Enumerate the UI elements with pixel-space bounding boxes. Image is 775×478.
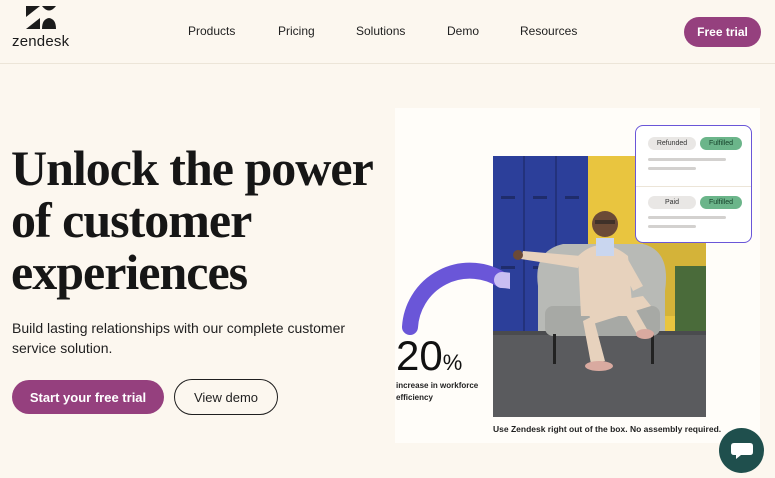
- zendesk-logo[interactable]: zendesk: [12, 5, 74, 50]
- stat-label: increase in workforce efficiency: [396, 381, 479, 402]
- hero-headline: Unlock the power of customer experiences: [11, 142, 391, 298]
- zendesk-logo-icon: [26, 6, 56, 29]
- placeholder-line: [648, 216, 726, 219]
- nav-solutions[interactable]: Solutions: [356, 24, 405, 38]
- headline-line-3: experiences: [11, 244, 248, 300]
- nav-products[interactable]: Products: [188, 24, 235, 38]
- free-trial-button[interactable]: Free trial: [684, 17, 761, 47]
- hero-subtitle: Build lasting relationships with our com…: [12, 320, 346, 356]
- nav-demo[interactable]: Demo: [447, 24, 479, 38]
- headline-line-2: of customer: [11, 192, 252, 248]
- placeholder-line: [648, 167, 696, 170]
- badge-fulfilled: Fulfilled: [700, 137, 742, 150]
- chat-bubble-icon: [730, 442, 753, 459]
- stat-number: 20: [396, 332, 443, 379]
- placeholder-line: [648, 158, 726, 161]
- headline-line-1: Unlock the power: [11, 140, 374, 196]
- start-free-trial-button[interactable]: Start your free trial: [12, 380, 164, 414]
- order-status-card: Refunded Fulfilled Paid Fulfilled: [635, 125, 752, 243]
- stat-unit: %: [442, 350, 463, 375]
- order-row: Refunded Fulfilled: [636, 126, 751, 184]
- badge-fulfilled: Fulfilled: [700, 196, 742, 209]
- site-header: zendesk Products Pricing Solutions Demo …: [0, 0, 775, 64]
- photo-caption: Use Zendesk right out of the box. No ass…: [493, 424, 722, 434]
- efficiency-gauge: [402, 262, 510, 335]
- gauge-arc: [402, 262, 510, 335]
- status-refunded: Refunded: [648, 137, 696, 150]
- status-paid: Paid: [648, 196, 696, 209]
- chat-launcher-button[interactable]: [719, 428, 764, 473]
- logo-text: zendesk: [12, 33, 70, 50]
- stat-value: 20%: [396, 334, 462, 385]
- view-demo-button[interactable]: View demo: [174, 379, 278, 415]
- placeholder-line: [648, 225, 696, 228]
- nav-pricing[interactable]: Pricing: [278, 24, 315, 38]
- gauge-arc-highlight: [494, 272, 510, 290]
- nav-resources[interactable]: Resources: [520, 24, 577, 38]
- order-row: Paid Fulfilled: [636, 186, 751, 242]
